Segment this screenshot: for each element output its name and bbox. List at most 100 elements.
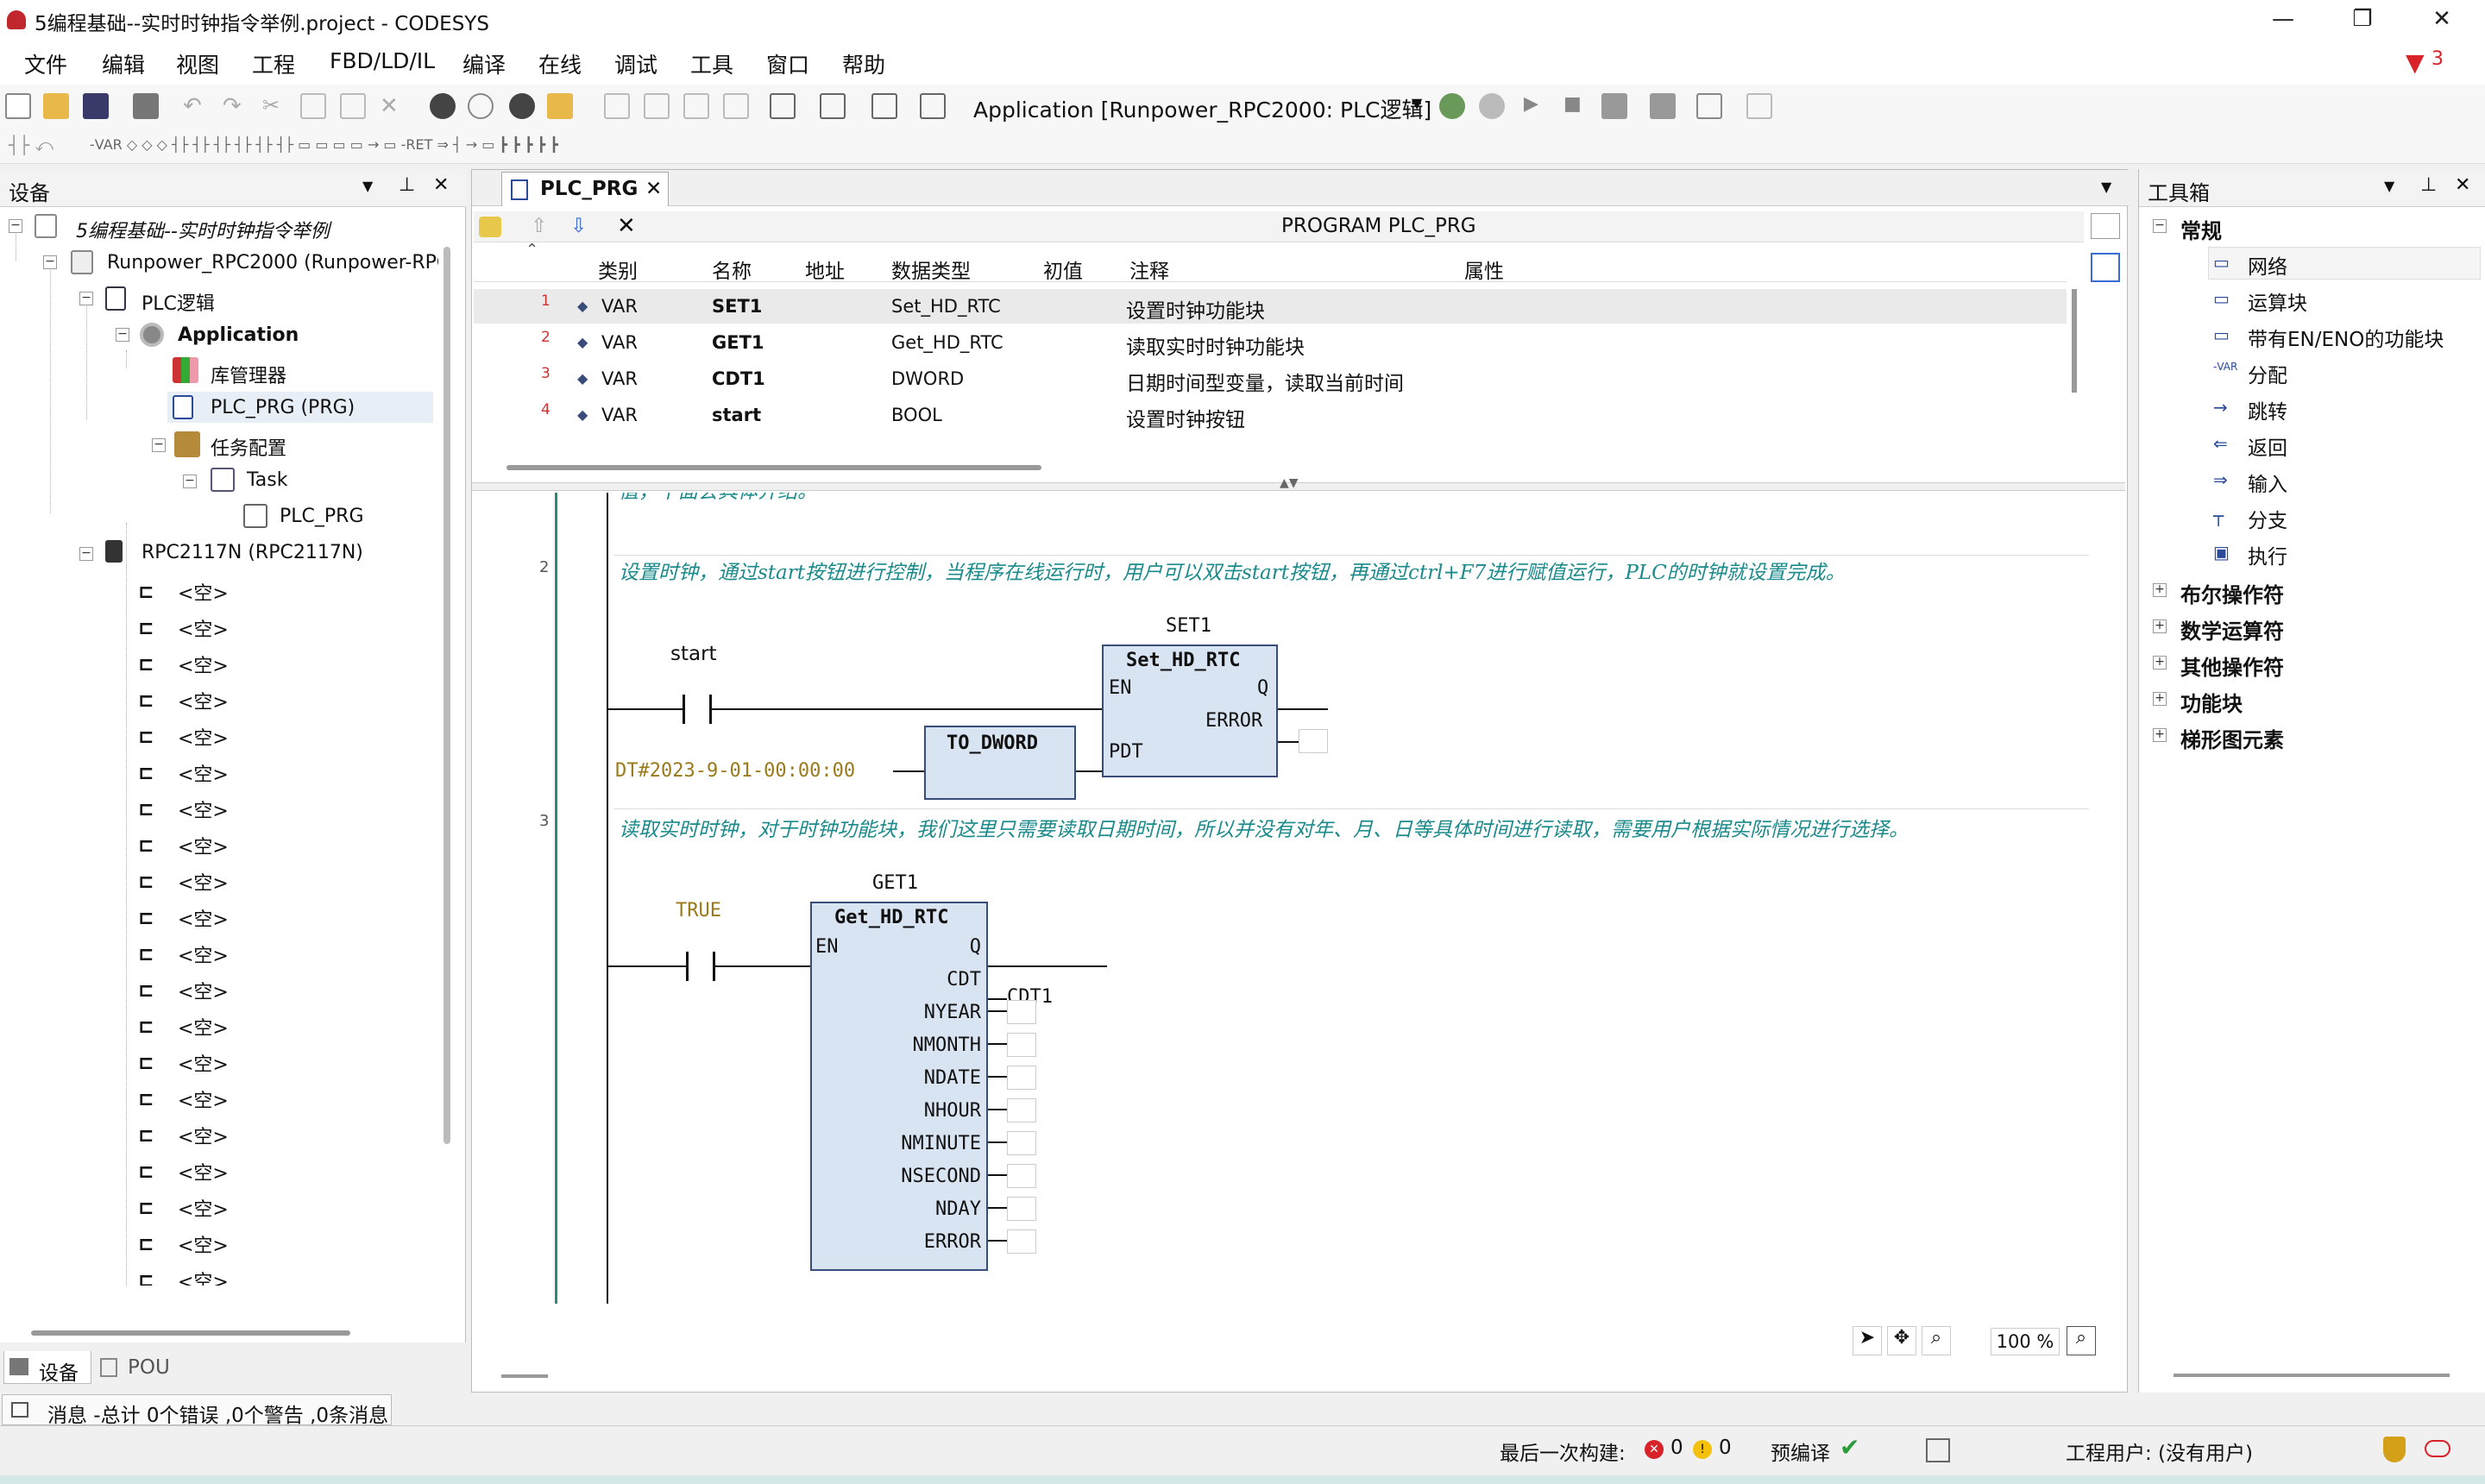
collapse-toggle[interactable]: − xyxy=(152,438,166,452)
pan-tool-icon[interactable]: ✥ xyxy=(1887,1326,1916,1355)
tab-pou[interactable]: POU xyxy=(95,1351,181,1384)
col-kind[interactable]: 类别 xyxy=(598,255,638,284)
insert-var-icon[interactable]: ‑VAR ◇ ◇ ◇ ┤├ ┤├ ┤├ ┤├ ┤├ ┤├ ▭ ▭ ▭ ▭ → ▭… xyxy=(90,136,558,153)
expand-toggle[interactable]: + xyxy=(2153,583,2167,597)
logout-icon[interactable] xyxy=(1479,93,1505,119)
force-icon[interactable] xyxy=(1696,93,1722,119)
menu-build[interactable]: 编译 xyxy=(462,48,506,79)
close-panel-icon[interactable]: ✕ xyxy=(433,174,449,196)
tree-project[interactable]: 5编程基础--实时时钟指令举例 xyxy=(76,216,330,243)
bookmark-prev-icon[interactable] xyxy=(683,93,709,119)
tree-empty-slot[interactable]: <空> xyxy=(178,578,229,606)
delete-icon[interactable]: ✕ xyxy=(380,93,406,119)
build-icon[interactable] xyxy=(820,93,846,119)
toolbox-group-general[interactable]: 常规 xyxy=(2180,214,2222,244)
tree-empty-slot[interactable]: <空> xyxy=(178,723,229,751)
collapse-toggle[interactable]: − xyxy=(79,547,93,561)
tree-rpc2117n[interactable]: RPC2117N (RPC2117N) xyxy=(142,542,363,563)
col-comment[interactable]: 注释 xyxy=(1129,255,1169,284)
tab-devices[interactable]: 设备 xyxy=(3,1351,91,1385)
lock-icon[interactable] xyxy=(1926,1438,1950,1462)
menu-fbd-ld-il[interactable]: FBD/LD/IL xyxy=(330,48,435,73)
reset-icon[interactable] xyxy=(1601,93,1627,119)
output-var-box[interactable] xyxy=(1007,1197,1036,1221)
output-var-box[interactable] xyxy=(1007,1066,1036,1090)
bookmark-icon[interactable] xyxy=(604,93,630,119)
toolbox-group[interactable]: 功能块 xyxy=(2180,687,2243,717)
shield-icon[interactable] xyxy=(2383,1437,2406,1462)
table-row[interactable]: ◆ 1 VAR SET1 Set_HD_RTC 设置时钟功能块 xyxy=(474,289,2067,324)
calendar-icon[interactable] xyxy=(920,93,946,119)
find-next-icon[interactable] xyxy=(509,93,535,119)
expand-toggle[interactable]: + xyxy=(2153,619,2167,633)
collapse-toggle[interactable]: − xyxy=(9,219,22,233)
redo-icon[interactable]: ↷ xyxy=(223,93,248,119)
tree-empty-slot[interactable]: <空> xyxy=(178,1267,229,1286)
panel-menu-icon[interactable]: ▼ xyxy=(2384,178,2394,194)
zoom-fit-icon[interactable]: ⌕ xyxy=(2067,1326,2096,1355)
replace-icon[interactable] xyxy=(547,93,573,119)
tab-list-icon[interactable]: ▼ xyxy=(2101,179,2111,195)
toolbox-item[interactable]: 带有EN/ENO的功能块 xyxy=(2248,323,2444,352)
window-icon[interactable] xyxy=(770,93,796,119)
login-icon[interactable] xyxy=(1439,93,1465,119)
toolbox-item[interactable]: 分配 xyxy=(2248,359,2287,388)
menu-edit[interactable]: 编辑 xyxy=(102,48,145,79)
tree-plc-prg[interactable]: PLC_PRG (PRG) xyxy=(211,397,355,418)
tree-task-config[interactable]: 任务配置 xyxy=(211,433,286,461)
toolbox-hscrollbar[interactable] xyxy=(2174,1374,2450,1377)
pin-icon[interactable]: ⊥ xyxy=(399,174,415,196)
toolbox-group[interactable]: 布尔操作符 xyxy=(2180,578,2284,608)
tree-empty-slot[interactable]: <空> xyxy=(178,1085,229,1113)
new-file-icon[interactable] xyxy=(5,93,31,119)
col-attributes[interactable]: 属性 xyxy=(1464,255,1504,284)
table-row[interactable]: ◆ 2 VAR GET1 Get_HD_RTC 读取实时时钟功能块 xyxy=(474,325,2067,360)
tree-empty-slot[interactable]: <空> xyxy=(178,832,229,859)
tree-library-manager[interactable]: 库管理器 xyxy=(211,361,286,388)
toolbox-group[interactable]: 梯形图元素 xyxy=(2180,723,2284,753)
menu-view[interactable]: 视图 xyxy=(176,48,219,79)
paste-icon[interactable] xyxy=(340,93,366,119)
open-folder-icon[interactable] xyxy=(43,93,69,119)
move-down-icon[interactable]: ⇩ xyxy=(570,215,587,237)
collapse-toggle[interactable]: − xyxy=(183,475,197,488)
copy-icon[interactable] xyxy=(300,93,326,119)
tree-application[interactable]: Application xyxy=(178,324,299,346)
output-var-box[interactable] xyxy=(1007,1164,1036,1188)
tree-task-plc-prg[interactable]: PLC_PRG xyxy=(280,506,364,527)
chevron-down-icon[interactable]: ▼ xyxy=(1412,95,1422,111)
tree-empty-slot[interactable]: <空> xyxy=(178,1230,229,1258)
collapse-toggle[interactable]: − xyxy=(79,292,93,305)
output-var-box[interactable] xyxy=(1007,1098,1036,1122)
close-tab-icon[interactable]: ✕ xyxy=(645,178,662,200)
toolbox-group[interactable]: 其他操作符 xyxy=(2180,651,2284,681)
messages-tab[interactable]: 消息 -总计 0个错误 ,0个警告 ,0条消息 xyxy=(2,1394,392,1427)
restore-button[interactable]: ❐ xyxy=(2323,0,2402,40)
tree-device[interactable]: Runpower_RPC2000 (Runpower-RPC20 xyxy=(107,252,438,274)
tree-empty-slot[interactable]: <空> xyxy=(178,904,229,932)
tree-empty-slot[interactable]: <空> xyxy=(178,1158,229,1185)
close-window-button[interactable]: ✕ xyxy=(2402,0,2482,40)
export-icon[interactable] xyxy=(871,93,897,119)
expand-toggle[interactable]: + xyxy=(2153,656,2167,670)
toolbox-item[interactable]: 跳转 xyxy=(2248,395,2287,424)
menu-debug[interactable]: 调试 xyxy=(614,48,657,79)
auto-declare-icon[interactable] xyxy=(479,217,501,237)
bookmark-next-icon[interactable] xyxy=(644,93,670,119)
save-icon[interactable] xyxy=(83,93,109,119)
tree-empty-slot[interactable]: <空> xyxy=(178,1013,229,1041)
error-output-box[interactable] xyxy=(1299,729,1328,753)
stop-icon[interactable]: ■ xyxy=(1563,93,1589,119)
table-row[interactable]: ◆ 4 VAR start BOOL 设置时钟按钮 xyxy=(474,398,2067,432)
contact-symbol[interactable] xyxy=(686,952,715,981)
col-type[interactable]: 数据类型 xyxy=(891,255,971,284)
download-icon[interactable] xyxy=(1650,93,1676,119)
collapse-toggle[interactable]: − xyxy=(116,328,129,342)
cut-icon[interactable]: ✂ xyxy=(262,93,288,119)
toolbox-item[interactable]: 运算块 xyxy=(2248,286,2307,316)
application-selector[interactable]: Application [Runpower_RPC2000: PLC逻辑] xyxy=(973,93,1431,124)
tree-empty-slot[interactable]: <空> xyxy=(178,868,229,896)
toolbox-item[interactable]: 输入 xyxy=(2248,468,2287,497)
tree-vscrollbar[interactable] xyxy=(444,247,450,1144)
toolbox-group[interactable]: 数学运算符 xyxy=(2180,614,2284,645)
